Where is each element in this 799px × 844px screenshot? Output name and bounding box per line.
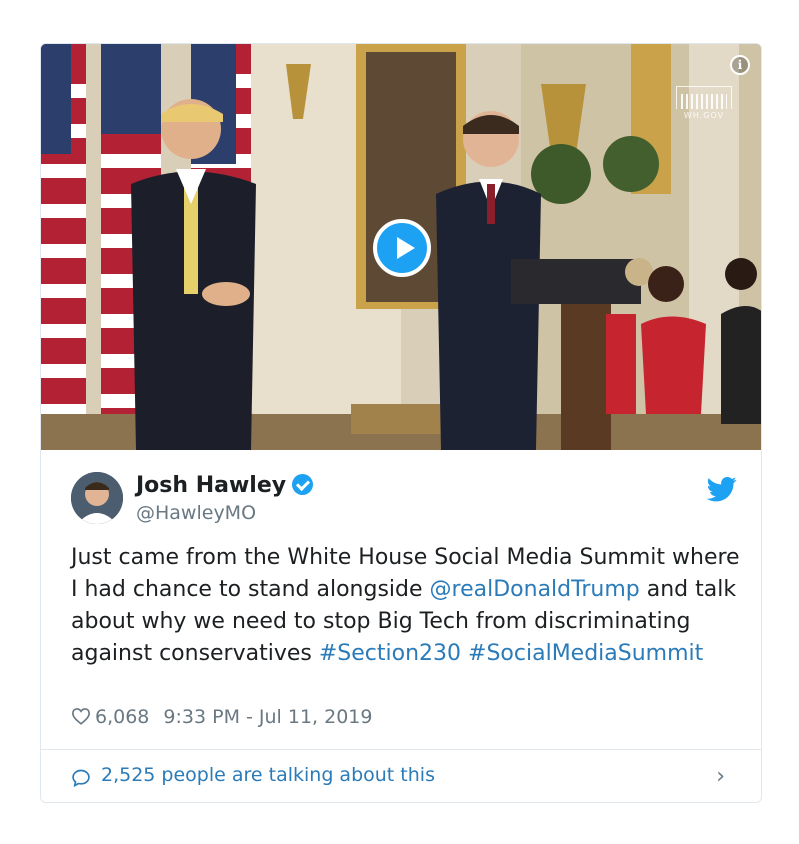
whitehouse-watermark: WH.GOV — [674, 86, 734, 120]
author-handle[interactable]: @HawleyMO — [136, 502, 256, 524]
like-count[interactable]: 6,068 — [95, 706, 149, 728]
twitter-bird-icon[interactable] — [707, 474, 737, 504]
talking-count-label[interactable]: 2,525 people are talking about this — [101, 764, 435, 786]
hashtag-link-socialmediasummit[interactable]: #SocialMediaSummit — [468, 641, 703, 666]
avatar-image — [71, 472, 123, 524]
tweet-header: Josh Hawley @HawleyMO — [71, 472, 741, 526]
author-name[interactable]: Josh Hawley — [136, 473, 314, 498]
tweet-meta: 6,068 9:33 PM - Jul 11, 2019 — [71, 706, 372, 728]
info-icon[interactable]: i — [730, 55, 750, 75]
mention-link[interactable]: @realDonaldTrump — [430, 577, 640, 602]
author-name-text[interactable]: Josh Hawley — [136, 473, 286, 498]
conversation-link[interactable]: 2,525 people are talking about this › — [71, 762, 741, 792]
embedded-tweet-card[interactable]: WH.GOV i Josh Hawley @HawleyMO Just came… — [40, 43, 762, 803]
video-thumbnail[interactable]: WH.GOV i — [41, 44, 761, 450]
hashtag-link-section230[interactable]: #Section230 — [319, 641, 461, 666]
chevron-right-icon[interactable]: › — [716, 764, 725, 789]
verified-badge-icon — [292, 474, 314, 495]
whitehouse-logo-icon — [676, 86, 732, 109]
speech-bubble-icon — [72, 769, 90, 788]
tweet-body: Just came from the White House Social Me… — [71, 542, 741, 670]
tweet-timestamp[interactable]: 9:33 PM - Jul 11, 2019 — [163, 706, 372, 728]
heart-icon[interactable] — [71, 707, 91, 725]
play-icon[interactable] — [373, 219, 431, 277]
avatar[interactable] — [71, 472, 123, 524]
watermark-label: WH.GOV — [683, 111, 725, 120]
divider — [41, 749, 761, 750]
